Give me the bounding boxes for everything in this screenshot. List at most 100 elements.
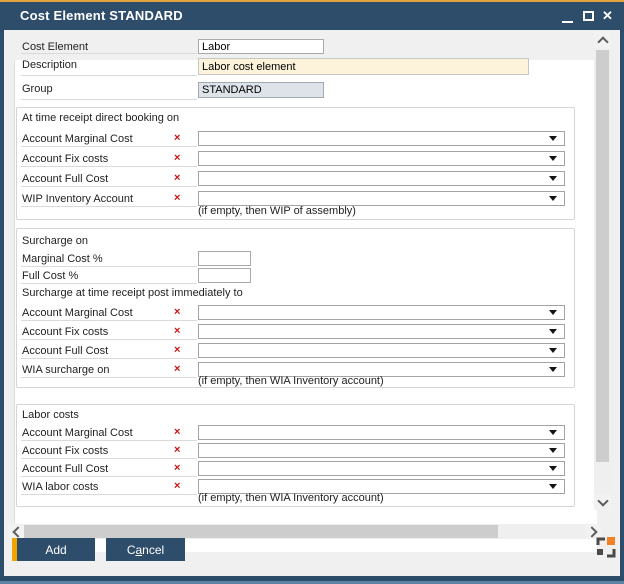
chevron-down-icon — [597, 495, 608, 506]
add-button[interactable]: Add — [12, 538, 95, 561]
horizontal-scrollbar[interactable] — [8, 524, 601, 539]
field-label: WIP Inventory Account — [22, 193, 133, 205]
field-label: Full Cost % — [22, 270, 78, 282]
group-input — [198, 82, 324, 98]
resize-grip-icon[interactable] — [596, 536, 616, 558]
account-full-cost-combo[interactable] — [198, 171, 565, 186]
field-label: Account Fix costs — [22, 326, 108, 338]
section-surcharge-title: Surcharge on — [22, 235, 88, 247]
labor-account-full-cost-combo[interactable] — [198, 461, 565, 476]
horizontal-scroll-thumb[interactable] — [24, 525, 498, 538]
field-label: Account Fix costs — [22, 445, 108, 457]
account-row: Account Fix costs × — [0, 324, 624, 340]
account-row: Account Fix costs × — [0, 443, 624, 459]
label-underline — [21, 440, 197, 441]
surcharge-account-full-cost-combo[interactable] — [198, 343, 565, 358]
field-label: Marginal Cost % — [22, 253, 103, 265]
account-row: Account Fix costs × — [0, 151, 624, 167]
chevron-down-icon — [549, 196, 557, 201]
missing-account-x-icon: × — [174, 325, 180, 337]
label-underline — [21, 339, 197, 340]
cancel-button-label: Cancel — [127, 543, 164, 557]
field-label: WIA surcharge on — [22, 364, 109, 376]
chevron-down-icon — [549, 329, 557, 334]
scroll-down-button[interactable] — [594, 494, 611, 510]
label-underline — [21, 266, 197, 267]
description-input[interactable] — [198, 58, 529, 75]
field-label: Account Marginal Cost — [22, 427, 133, 439]
scroll-up-button[interactable] — [594, 32, 611, 48]
vertical-scrollbar[interactable] — [594, 32, 611, 510]
chevron-up-icon — [597, 36, 608, 47]
account-row: Account Marginal Cost × — [0, 131, 624, 147]
label-underline — [21, 75, 197, 76]
close-button[interactable]: ✕ — [599, 2, 619, 30]
maximize-icon — [583, 11, 594, 21]
account-marginal-cost-combo[interactable] — [198, 131, 565, 146]
label-underline — [21, 283, 197, 284]
group-label: Group — [22, 83, 53, 95]
chevron-down-icon — [549, 310, 557, 315]
chevron-left-icon — [12, 526, 23, 537]
account-row: Account Full Cost × — [0, 171, 624, 187]
minimize-button[interactable] — [558, 2, 578, 30]
cancel-button[interactable]: Cancel — [106, 538, 185, 561]
chevron-down-icon — [549, 136, 557, 141]
section-surcharge-subtitle: Surcharge at time receipt post immediate… — [22, 287, 243, 299]
label-underline — [21, 53, 197, 54]
labor-account-marginal-cost-combo[interactable] — [198, 425, 565, 440]
account-row: Account Full Cost × — [0, 343, 624, 359]
labor-account-fix-costs-combo[interactable] — [198, 443, 565, 458]
chevron-down-icon — [549, 484, 557, 489]
field-label: Account Marginal Cost — [22, 133, 133, 145]
section-direct-booking-title: At time receipt direct booking on — [22, 112, 179, 124]
chevron-down-icon — [549, 176, 557, 181]
label-underline — [21, 377, 197, 378]
cost-element-label: Cost Element — [22, 41, 88, 53]
wip-inventory-account-combo[interactable] — [198, 191, 565, 206]
close-icon: ✕ — [602, 8, 613, 24]
chevron-down-icon — [549, 348, 557, 353]
field-label: Account Fix costs — [22, 153, 108, 165]
account-row: Account Marginal Cost × — [0, 305, 624, 321]
label-underline — [21, 99, 197, 100]
missing-account-x-icon: × — [174, 344, 180, 356]
missing-account-x-icon: × — [174, 306, 180, 318]
cost-element-input[interactable] — [198, 39, 324, 54]
label-underline — [21, 458, 197, 459]
account-row: Account Full Cost × — [0, 461, 624, 477]
wia-labor-note: (if empty, then WIA Inventory account) — [198, 492, 384, 504]
wip-note: (if empty, then WIP of assembly) — [198, 205, 356, 217]
label-underline — [21, 494, 197, 495]
maximize-button[interactable] — [579, 2, 599, 30]
field-label: Account Marginal Cost — [22, 307, 133, 319]
title-bar[interactable]: Cost Element STANDARD ✕ — [0, 2, 624, 30]
vertical-scroll-thumb[interactable] — [596, 50, 609, 462]
field-label: Account Full Cost — [22, 463, 108, 475]
scroll-left-button[interactable] — [8, 524, 24, 539]
wia-note: (if empty, then WIA Inventory account) — [198, 375, 384, 387]
surcharge-account-marginal-cost-combo[interactable] — [198, 305, 565, 320]
missing-account-x-icon: × — [174, 363, 180, 375]
marginal-cost-percent-input[interactable] — [198, 251, 251, 266]
missing-account-x-icon: × — [174, 444, 180, 456]
field-label: Account Full Cost — [22, 173, 108, 185]
full-cost-percent-input[interactable] — [198, 268, 251, 283]
missing-account-x-icon: × — [174, 480, 180, 492]
label-underline — [21, 320, 197, 321]
dialog-window: Cost Element STANDARD ✕ Cost Element Des… — [0, 0, 624, 584]
percent-row: Full Cost % — [0, 268, 624, 284]
percent-row: Marginal Cost % — [0, 251, 624, 267]
surcharge-account-fix-costs-combo[interactable] — [198, 324, 565, 339]
label-underline — [21, 358, 197, 359]
missing-account-x-icon: × — [174, 152, 180, 164]
chevron-down-icon — [549, 466, 557, 471]
section-labor-costs-title: Labor costs — [22, 409, 79, 421]
description-label: Description — [22, 59, 77, 71]
missing-account-x-icon: × — [174, 132, 180, 144]
account-fix-costs-combo[interactable] — [198, 151, 565, 166]
chevron-down-icon — [549, 156, 557, 161]
chevron-down-icon — [549, 430, 557, 435]
chevron-down-icon — [549, 448, 557, 453]
minimize-icon — [562, 21, 573, 23]
